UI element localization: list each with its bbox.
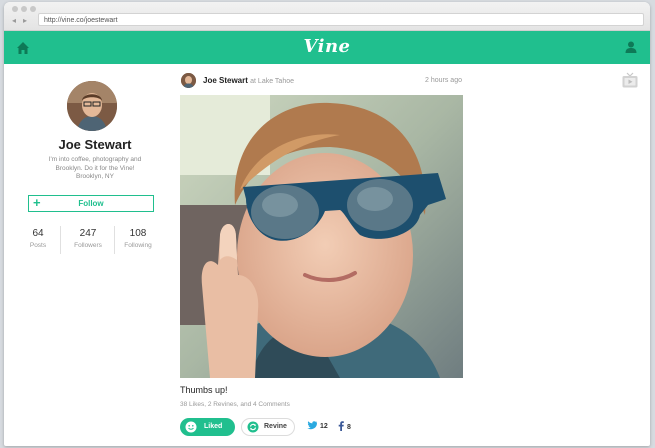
- stat-followers[interactable]: 247 Followers: [68, 228, 108, 249]
- stat-divider: [114, 226, 115, 254]
- profile-name: Joe Stewart: [58, 137, 132, 152]
- forward-icon[interactable]: ▸: [23, 16, 27, 25]
- video-player[interactable]: [180, 95, 463, 378]
- profile-location: Brooklyn, NY: [76, 173, 114, 180]
- window-close-dot[interactable]: [12, 6, 18, 12]
- user-account-icon[interactable]: [624, 40, 638, 54]
- stat-posts[interactable]: 64 Posts: [20, 228, 56, 249]
- facebook-count: 8: [347, 424, 351, 431]
- smile-icon: [185, 421, 197, 433]
- stat-label: Following: [124, 242, 152, 249]
- twitter-count: 12: [320, 423, 328, 430]
- post-author-line: Joe Stewart at Lake Tahoe: [203, 76, 294, 85]
- liked-button-label: Liked: [204, 423, 223, 430]
- window-minimize-dot[interactable]: [21, 6, 27, 12]
- post-timestamp: 2 hours ago: [425, 77, 462, 84]
- stat-following[interactable]: 108 Following: [118, 228, 158, 249]
- vine-logo[interactable]: Vine: [4, 36, 650, 57]
- profile-bio: I'm into coffee, photography and Brookly…: [30, 156, 160, 182]
- bio-line: Brooklyn. Do it for the Vine!: [55, 164, 135, 172]
- liked-button[interactable]: Liked: [180, 418, 235, 436]
- facebook-f-icon: [338, 421, 344, 431]
- revine-button-label: Revine: [264, 423, 287, 430]
- follow-button[interactable]: + Follow: [28, 195, 154, 212]
- top-navigation-bar: Vine: [4, 31, 650, 64]
- facebook-share[interactable]: 8: [338, 421, 351, 431]
- post-author-name[interactable]: Joe Stewart: [203, 76, 248, 85]
- video-thumbnail: [180, 95, 463, 378]
- twitter-share[interactable]: 12: [307, 421, 328, 430]
- post-caption: Thumbs up!: [180, 385, 228, 395]
- post-location: at Lake Tahoe: [250, 78, 294, 85]
- twitter-bird-icon: [307, 421, 317, 430]
- stat-value: 64: [32, 228, 44, 239]
- post-author-avatar[interactable]: [181, 73, 196, 88]
- stat-label: Followers: [74, 242, 102, 249]
- tv-icon[interactable]: [622, 72, 638, 88]
- browser-chrome: ◂ ▸ http://vine.co/joestewart: [4, 2, 650, 31]
- address-bar[interactable]: http://vine.co/joestewart: [38, 13, 644, 26]
- browser-window: ◂ ▸ http://vine.co/joestewart Vine Joe S…: [4, 2, 650, 446]
- revine-icon: [247, 421, 259, 433]
- back-icon[interactable]: ◂: [12, 16, 16, 25]
- stat-value: 247: [79, 228, 97, 239]
- stat-value: 108: [129, 228, 147, 239]
- stat-divider: [60, 226, 61, 254]
- post-engagement-summary[interactable]: 38 Likes, 2 Revines, and 4 Comments: [180, 401, 290, 408]
- bio-line: I'm into coffee, photography and: [48, 156, 142, 163]
- window-maximize-dot[interactable]: [30, 6, 36, 12]
- follow-button-label: Follow: [78, 199, 104, 208]
- profile-avatar: [67, 81, 117, 131]
- plus-icon: +: [33, 195, 41, 210]
- stat-label: Posts: [29, 242, 47, 249]
- revine-button[interactable]: Revine: [241, 418, 295, 436]
